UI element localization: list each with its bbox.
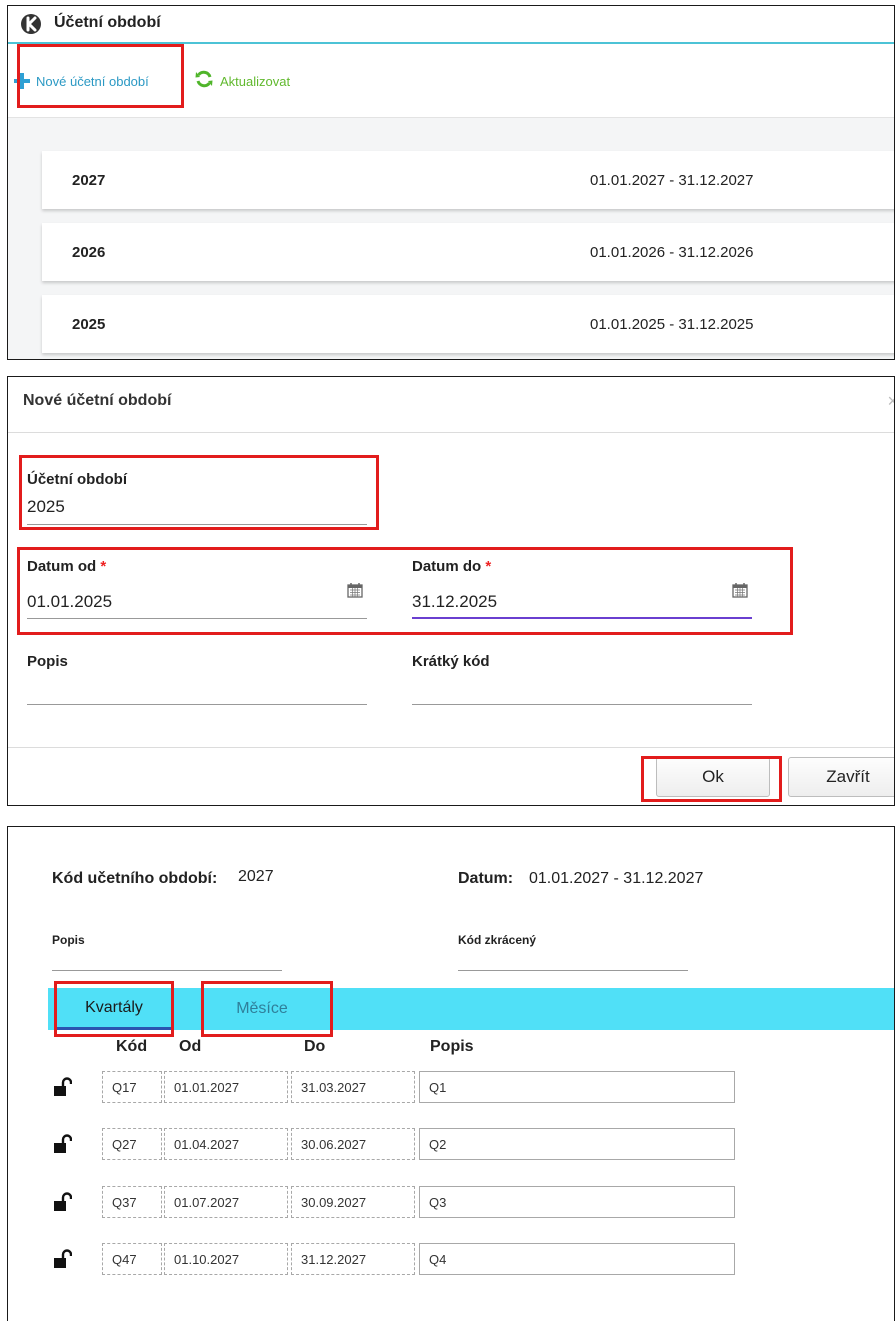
row-from[interactable]: 01.07.2027: [164, 1186, 288, 1218]
row-code[interactable]: Q47: [102, 1243, 162, 1275]
close-button[interactable]: Zavřít: [788, 757, 894, 797]
row-to[interactable]: 30.09.2027: [291, 1186, 415, 1218]
row-from[interactable]: 01.04.2027: [164, 1128, 288, 1160]
new-period-button[interactable]: Nové účetní období: [14, 70, 149, 92]
column-from: Od: [179, 1038, 202, 1055]
date-to-input[interactable]: 31.12.2025: [412, 592, 497, 612]
periods-list-panel: Účetní období Nové účetní období Aktuali…: [7, 5, 895, 360]
periods-list: 2027 01.01.2027 - 31.12.2027 2026 01.01.…: [8, 118, 894, 359]
period-underline: [27, 524, 367, 525]
dialog-header: Nové účetní období ×: [8, 377, 894, 433]
column-to: Do: [304, 1038, 326, 1055]
toolbar: Nové účetní období Aktualizovat: [8, 46, 894, 118]
tab-months[interactable]: Měsíce: [202, 988, 322, 1030]
date-value: 01.01.2027 - 31.12.2027: [529, 870, 704, 887]
table-row: Q47 01.10.2027 31.12.2027 Q4: [8, 1243, 788, 1275]
period-range: 01.01.2027 - 31.12.2027: [590, 172, 754, 189]
dialog-title: Nové účetní období: [23, 392, 172, 409]
row-from[interactable]: 01.01.2027: [164, 1071, 288, 1103]
table-row: Q17 01.01.2027 31.03.2027 Q1: [8, 1071, 788, 1103]
date-from-underline: [27, 618, 367, 619]
period-range: 01.01.2025 - 31.12.2025: [590, 316, 754, 333]
period-year: 2027: [72, 172, 106, 189]
new-period-label: Nové účetní období: [36, 73, 149, 89]
date-from-field: Datum od * 01.01.2025: [27, 558, 367, 619]
unlock-icon[interactable]: [54, 1192, 72, 1212]
date-to-field: Datum do * 31.12.2025: [412, 558, 752, 619]
period-field-label: Účetní období: [27, 471, 127, 488]
period-code-label: Kód učetního období:: [52, 870, 218, 887]
app-titlebar: Účetní období: [8, 6, 894, 44]
refresh-icon: [194, 69, 214, 94]
row-to[interactable]: 31.03.2027: [291, 1071, 415, 1103]
row-description[interactable]: Q3: [419, 1186, 735, 1218]
description-label: Popis: [52, 933, 85, 947]
unlock-icon[interactable]: [54, 1134, 72, 1154]
row-description[interactable]: Q1: [419, 1071, 735, 1103]
close-icon[interactable]: ×: [887, 391, 894, 412]
logo-icon: [21, 14, 41, 34]
row-to[interactable]: 31.12.2027: [291, 1243, 415, 1275]
plus-icon: [14, 73, 30, 89]
date-from-label: Datum od *: [27, 558, 107, 575]
short-code-input[interactable]: [458, 970, 688, 971]
row-code[interactable]: Q37: [102, 1186, 162, 1218]
period-card-2026[interactable]: 2026 01.01.2026 - 31.12.2026: [42, 223, 894, 281]
row-code[interactable]: Q27: [102, 1128, 162, 1160]
app-title: Účetní období: [54, 14, 161, 31]
tab-quarters[interactable]: Kvartály: [56, 988, 172, 1030]
description-input[interactable]: [52, 970, 282, 971]
unlock-icon[interactable]: [54, 1249, 72, 1269]
tab-bar: Kvartály Měsíce: [48, 988, 894, 1030]
short-code-field: Krátký kód: [412, 653, 752, 708]
table-row: Q27 01.04.2027 30.06.2027 Q2: [8, 1128, 788, 1160]
table-row: Q37 01.07.2027 30.09.2027 Q3: [8, 1186, 788, 1218]
date-to-label: Datum do *: [412, 558, 492, 575]
date-label: Datum:: [458, 870, 514, 887]
calendar-icon[interactable]: [732, 582, 748, 598]
description-label: Popis: [27, 653, 68, 670]
ok-button[interactable]: Ok: [656, 757, 770, 797]
period-year: 2026: [72, 244, 106, 261]
description-field: Popis: [27, 653, 367, 708]
period-range: 01.01.2026 - 31.12.2026: [590, 244, 754, 261]
row-description[interactable]: Q2: [419, 1128, 735, 1160]
date-from-input[interactable]: 01.01.2025: [27, 592, 112, 612]
refresh-label: Aktualizovat: [220, 73, 291, 89]
calendar-icon[interactable]: [347, 582, 363, 598]
column-description: Popis: [430, 1038, 474, 1055]
refresh-button[interactable]: Aktualizovat: [194, 70, 290, 92]
period-year: 2025: [72, 316, 106, 333]
dialog-footer: Ok Zavřít: [8, 747, 894, 805]
row-to[interactable]: 30.06.2027: [291, 1128, 415, 1160]
row-description[interactable]: Q4: [419, 1243, 735, 1275]
period-code-value: 2027: [238, 868, 274, 885]
period-field: Účetní období 2025: [27, 471, 367, 531]
period-card-2025[interactable]: 2025 01.01.2025 - 31.12.2025: [42, 295, 894, 353]
period-card-2027[interactable]: 2027 01.01.2027 - 31.12.2027: [42, 151, 894, 209]
unlock-icon[interactable]: [54, 1077, 72, 1097]
period-detail-panel: Kód učetního období: 2027 Datum: 01.01.2…: [7, 826, 895, 1321]
short-code-label: Kód zkrácený: [458, 933, 537, 947]
date-to-underline: [412, 617, 752, 619]
new-period-dialog: Nové účetní období × Účetní období 2025 …: [7, 376, 895, 806]
row-code[interactable]: Q17: [102, 1071, 162, 1103]
row-from[interactable]: 01.10.2027: [164, 1243, 288, 1275]
description-input[interactable]: [27, 704, 367, 705]
column-code: Kód: [116, 1038, 148, 1055]
period-input[interactable]: 2025: [27, 497, 65, 517]
short-code-label: Krátký kód: [412, 653, 490, 670]
short-code-input[interactable]: [412, 704, 752, 705]
